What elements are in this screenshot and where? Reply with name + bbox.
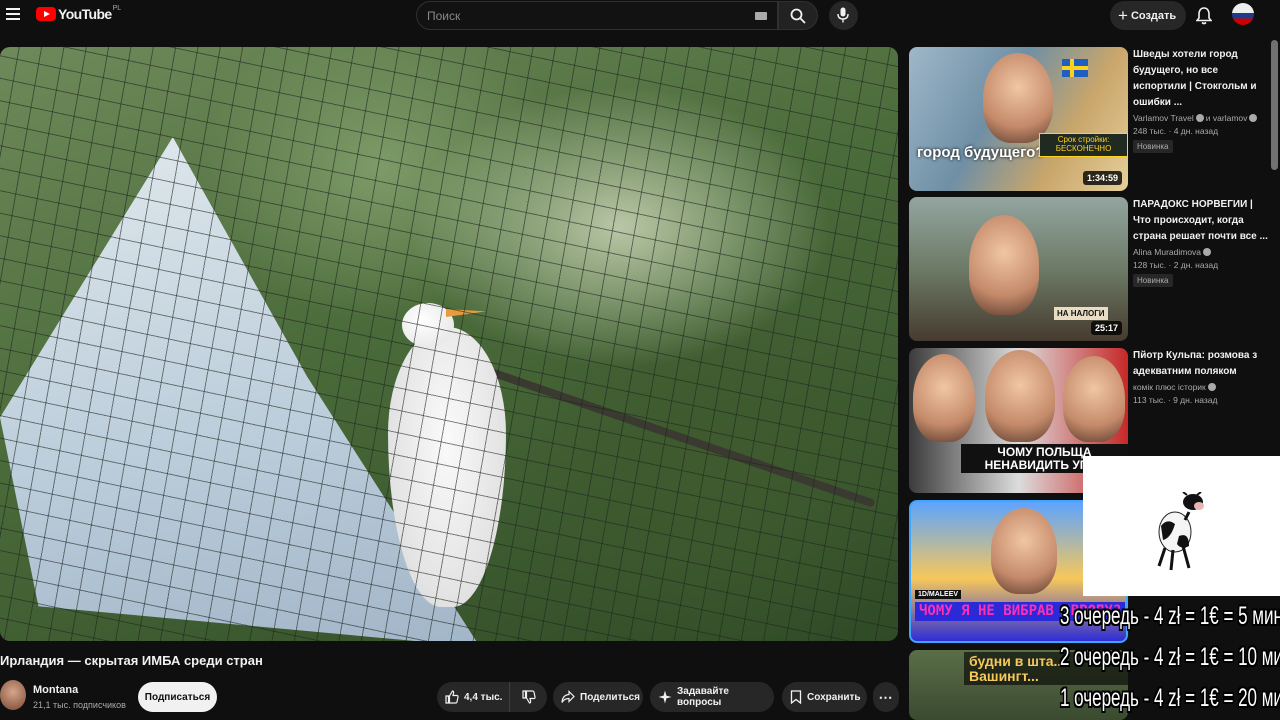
voice-search-button[interactable]: [829, 1, 858, 30]
channel-label: комік плюс історик: [1133, 382, 1206, 392]
verified-icon: [1249, 114, 1258, 122]
recommendation-meta: 113 тыс. · 9 дн. назад: [1133, 395, 1218, 405]
account-avatar[interactable]: [1232, 3, 1254, 25]
verified-icon: [1207, 383, 1216, 391]
recommendation-thumbnail[interactable]: НА НАЛОГИ 25:17: [909, 197, 1128, 341]
new-badge: Новинка: [1133, 140, 1173, 153]
recommendation-title[interactable]: Пйотр Кульпа: розмова з адекватним поляк…: [1133, 348, 1268, 380]
ask-button[interactable]: Задавайте вопросы: [650, 682, 774, 712]
logo-text: YouTube: [58, 6, 112, 22]
video-title: Ирландия — скрытая ИМБА среди стран: [0, 653, 263, 668]
queue-line: 2 очередь - 4 zł = 1€ = 10 мин: [1060, 643, 1280, 671]
channel-avatar[interactable]: [0, 680, 26, 710]
top-bar: YouTube PL + Создать: [0, 0, 1280, 32]
recommendation-info: ПАРАДОКС НОРВЕГИИ | Что происходит, когд…: [1133, 197, 1268, 288]
notifications-button[interactable]: [1195, 7, 1213, 30]
recommendation-info: Пйотр Кульпа: розмова з адекватним поляк…: [1133, 348, 1268, 405]
new-badge: Новинка: [1133, 274, 1173, 287]
logo-country: PL: [112, 4, 122, 12]
search-icon: [790, 8, 806, 24]
queue-price-overlay: 3 очередь - 4 zł = 1€ = 5 мин 2 очередь …: [1060, 596, 1280, 719]
verified-icon: [1203, 248, 1212, 256]
swedish-flag-icon: [1062, 59, 1088, 77]
create-label: Создать: [1130, 9, 1177, 22]
ask-label: Задавайте вопросы: [677, 686, 729, 708]
like-dislike-group: 4,4 тыс.: [437, 682, 547, 712]
queue-line: 3 очередь - 4 zł = 1€ = 5 мин: [1060, 602, 1280, 630]
thumbs-up-icon: [445, 690, 459, 704]
share-icon: [561, 690, 575, 703]
youtube-play-icon: [36, 7, 56, 21]
scrollbar-thumb[interactable]: [1271, 40, 1278, 170]
thumbnail-person: [1063, 356, 1125, 442]
more-actions-button[interactable]: ⋯: [873, 682, 899, 712]
recommendation-channel[interactable]: Alina Muradimova: [1133, 247, 1268, 257]
save-label: Сохранить: [807, 691, 861, 703]
recommendation-title[interactable]: ПАРАДОКС НОРВЕГИИ | Что происходит, когд…: [1133, 197, 1268, 245]
like-button[interactable]: 4,4 тыс.: [437, 682, 509, 712]
channel-label: Alina Muradimova: [1133, 247, 1202, 257]
youtube-logo[interactable]: YouTube PL: [36, 4, 122, 22]
keyboard-icon[interactable]: [755, 12, 767, 20]
recommendation-meta: 128 тыс. · 2 дн. назад: [1133, 260, 1219, 270]
thumbnail-person: [983, 53, 1053, 143]
subscribe-button[interactable]: Подписаться: [138, 682, 217, 712]
menu-icon[interactable]: [6, 8, 20, 20]
thumbnail-person: [985, 350, 1055, 442]
recommendation-title[interactable]: Шведы хотели город будущего, но все испо…: [1133, 47, 1268, 111]
wire-mesh: [0, 47, 898, 641]
recommendation-meta: 248 тыс. · 4 дн. назад: [1133, 126, 1219, 136]
video-duration: 25:17: [1090, 321, 1122, 335]
queue-line: 1 очередь - 4 zł = 1€ = 20 мин: [1060, 684, 1280, 712]
channel-name[interactable]: Montana: [33, 684, 78, 696]
video-duration: 1:34:59: [1082, 171, 1122, 185]
thumbnail-text: город будущего?: [917, 144, 1045, 161]
more-icon: ⋯: [878, 688, 894, 705]
channel-extra: и varlamov: [1205, 113, 1248, 123]
recommendation-channel[interactable]: Varlamov Travel и varlamov: [1133, 113, 1268, 123]
share-label: Поделиться: [580, 691, 641, 703]
create-button[interactable]: + Создать: [1110, 1, 1186, 30]
dislike-button[interactable]: [509, 682, 547, 712]
microphone-icon: [837, 7, 849, 23]
share-button[interactable]: Поделиться: [553, 682, 643, 712]
thumbnail-person: [969, 215, 1039, 315]
recommendation-channel[interactable]: комік плюс історик: [1133, 382, 1268, 392]
thumbnail-tag: НА НАЛОГИ: [1054, 307, 1108, 320]
search-button[interactable]: [778, 1, 818, 30]
search-box: [416, 1, 778, 30]
plus-icon: +: [1118, 6, 1128, 25]
search-input[interactable]: [417, 2, 747, 29]
thumbnail-badge: Срок стройки: БЕСКОНЕЧНО: [1039, 133, 1128, 157]
sparkle-icon: [658, 690, 672, 704]
save-button[interactable]: Сохранить: [782, 682, 867, 712]
bell-icon: [1195, 7, 1213, 25]
channel-subscribers: 21,1 тыс. подписчиков: [33, 700, 126, 710]
verified-icon: [1195, 114, 1204, 122]
like-count: 4,4 тыс.: [464, 691, 503, 703]
bookmark-icon: [790, 690, 802, 704]
thumbnail-person: [913, 354, 975, 442]
thumbs-down-icon: [521, 690, 536, 704]
recommendation-info: Шведы хотели город будущего, но все испо…: [1133, 47, 1268, 154]
thumbnail-person: [991, 508, 1057, 594]
video-player[interactable]: [0, 47, 898, 641]
recommendation-thumbnail[interactable]: город будущего? Срок стройки: БЕСКОНЕЧНО…: [909, 47, 1128, 191]
dancing-cow-icon: [1157, 492, 1204, 571]
channel-label: Varlamov Travel: [1133, 113, 1194, 123]
thumbnail-caption: 1D/MALEEV: [915, 590, 962, 600]
